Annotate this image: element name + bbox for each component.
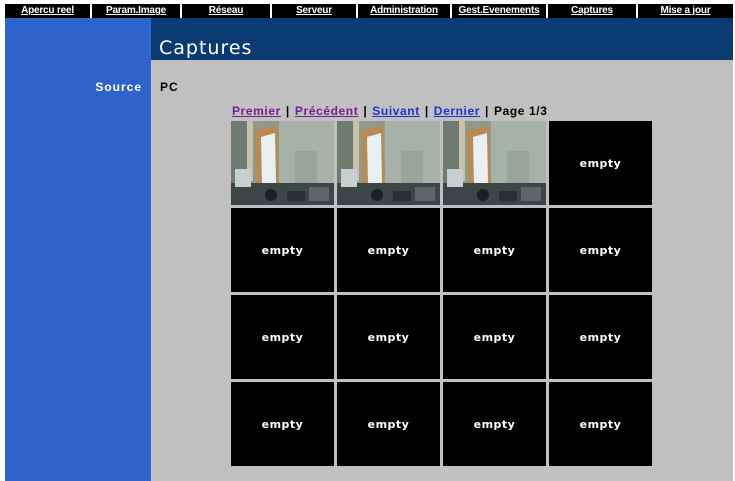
empty-label: empty [261,243,304,257]
page-indicator: Page 1/3 [493,104,548,118]
title-bar: Captures [151,18,733,60]
capture-slot-empty[interactable]: empty [443,382,546,466]
capture-thumbnail[interactable] [337,121,440,205]
pager-next-link[interactable]: Suivant [372,104,420,118]
pager-previous-link[interactable]: Précédent [295,104,358,118]
nav-link-reseau[interactable]: Réseau [182,4,272,18]
empty-label: empty [367,417,410,431]
empty-label: empty [579,243,622,257]
pagination: Premier | Précédent | Suivant | Dernier | Page 1… [232,104,547,120]
page-title: Captures [159,37,253,59]
pager-separator: | [424,104,429,118]
pager-separator: | [485,104,489,118]
empty-label: empty [367,330,410,344]
nav-link-mise-a-jour[interactable]: Mise a jour [638,4,733,18]
capture-slot-empty[interactable]: empty [549,121,652,205]
capture-image [443,121,546,205]
capture-slot-empty[interactable]: empty [549,382,652,466]
nav-link-captures[interactable]: Captures [548,4,638,18]
empty-label: empty [579,156,622,170]
nav-link-serveur[interactable]: Serveur [272,4,358,18]
top-navigation: Apercu reel Param.Image Réseau Serveur A… [5,4,733,18]
capture-slot-empty[interactable]: empty [337,208,440,292]
nav-link-gest-evenements[interactable]: Gest.Evenements [452,4,548,18]
capture-slot-empty[interactable]: empty [549,208,652,292]
capture-slot-empty[interactable]: empty [231,382,334,466]
empty-label: empty [473,330,516,344]
empty-label: empty [473,243,516,257]
capture-thumbnail[interactable] [231,121,334,205]
pager-separator: | [363,104,368,118]
capture-image [337,121,440,205]
capture-slot-empty[interactable]: empty [443,295,546,379]
empty-label: empty [261,417,304,431]
source-label: Source [95,80,142,94]
pager-separator: | [285,104,290,118]
nav-link-administration[interactable]: Administration [358,4,452,18]
empty-label: empty [579,330,622,344]
capture-slot-empty[interactable]: empty [549,295,652,379]
pager-last-link[interactable]: Dernier [434,104,480,118]
capture-slot-empty[interactable]: empty [337,295,440,379]
empty-label: empty [261,330,304,344]
capture-thumbnail[interactable] [443,121,546,205]
nav-link-apercu-reel[interactable]: Apercu reel [5,4,92,18]
source-value: PC [160,80,179,94]
empty-label: empty [473,417,516,431]
nav-link-param-image[interactable]: Param.Image [92,4,182,18]
capture-slot-empty[interactable]: empty [231,295,334,379]
capture-slot-empty[interactable]: empty [337,382,440,466]
empty-label: empty [367,243,410,257]
pager-first-link[interactable]: Premier [232,104,281,118]
capture-slot-empty[interactable]: empty [443,208,546,292]
capture-slot-empty[interactable]: empty [231,208,334,292]
capture-grid: empty empty empty empty empty empty empty empty… [231,121,652,466]
empty-label: empty [579,417,622,431]
capture-image [231,121,334,205]
